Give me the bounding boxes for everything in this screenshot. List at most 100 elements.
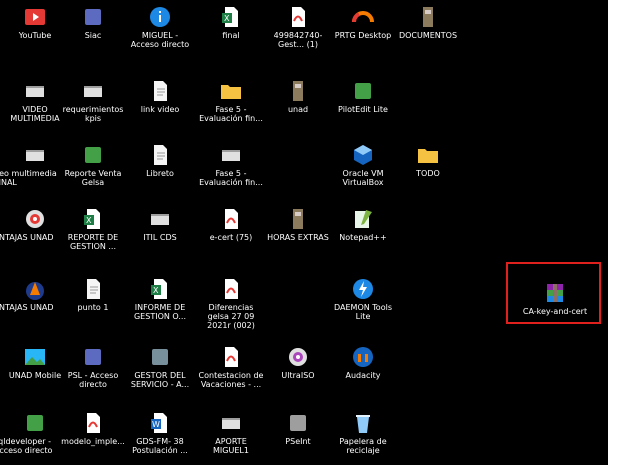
desktop-icon-pseint[interactable]: PSeInt xyxy=(265,410,331,465)
desktop-icon-requerimientos-kpis[interactable]: requerimientos kpis xyxy=(60,78,126,142)
desktop-icon-entajas-unad[interactable]: ENTAJAS UNAD xyxy=(0,276,68,340)
pdf-file-icon xyxy=(220,208,242,230)
desktop-icon-prtg-desktop[interactable]: PRTG Desktop xyxy=(330,4,396,68)
desktop-icon-oracle-vm-virtualbox[interactable]: Oracle VM VirtualBox xyxy=(330,142,396,206)
desktop-icon-aporte-miguel1[interactable]: APORTE MIGUEL1 xyxy=(198,410,264,465)
desktop-icon-label: Fase 5 - Evaluación fin... xyxy=(199,105,263,123)
svg-text:X: X xyxy=(224,14,230,23)
video-file-icon xyxy=(220,144,242,166)
desktop-icon-gestor-del-servicio-a[interactable]: GESTOR DEL SERVICIO - A... xyxy=(127,344,193,408)
daemon-tools-icon xyxy=(352,278,374,300)
desktop-icon-libreto[interactable]: Libreto xyxy=(127,142,193,206)
desktop-icon-label: sqldeveloper - Acceso directo xyxy=(0,437,53,455)
video-file-icon xyxy=(24,80,46,102)
desktop-icon-label: Papelera de reciclaje xyxy=(339,437,387,455)
desktop-icon-label: modelo_imple... xyxy=(61,437,125,446)
desktop-icon-reporte-de-gestion[interactable]: X REPORTE DE GESTION ... xyxy=(60,206,126,270)
video-file-icon xyxy=(24,144,46,166)
desktop-icon-label: ENTAJAS UNAD xyxy=(0,303,54,312)
cabinet-folder-icon xyxy=(287,80,309,102)
desktop-icon-siac[interactable]: Siac xyxy=(60,4,126,68)
desktop-icon-deo-multimedia-final[interactable]: deo multimedia FINAL xyxy=(0,142,68,206)
desktop-icon-todo[interactable]: TODO xyxy=(395,142,461,206)
folder-icon xyxy=(417,144,439,166)
desktop-icon-modelo-imple[interactable]: modelo_imple... xyxy=(60,410,126,465)
desktop-icon-psl-acceso-directo[interactable]: PSL - Acceso directo xyxy=(60,344,126,408)
prtg-gauge-icon xyxy=(352,6,374,28)
desktop-icon-label: INFORME DE GESTION O... xyxy=(133,303,186,321)
desktop-icon-499842740-gest-1[interactable]: 499842740-Gest... (1) xyxy=(265,4,331,68)
desktop-icon-miguel-acceso-directo[interactable]: MIGUEL - Acceso directo xyxy=(127,4,193,68)
desktop-icon-label: PRTG Desktop xyxy=(334,31,392,40)
desktop-icon-label: Oracle VM VirtualBox xyxy=(342,169,384,187)
desktop-icon-label: APORTE MIGUEL1 xyxy=(213,437,249,455)
excel-file-icon: X xyxy=(82,208,104,230)
word-file-icon: W xyxy=(149,412,171,434)
desktop[interactable]: YouTube Siac MIGUEL - Acceso directo Xfinal… xyxy=(0,0,608,465)
desktop-icon-youtube[interactable]: YouTube xyxy=(2,4,68,68)
desktop-icon-label: final xyxy=(222,31,240,40)
desktop-icon-label: HORAS EXTRAS xyxy=(267,233,329,242)
desktop-icon-label: unad xyxy=(287,105,309,114)
desktop-icon-fase-5-evaluaci-n-fin[interactable]: Fase 5 - Evaluación fin... xyxy=(198,142,264,206)
desktop-icon-label: GDS-FM- 38 Postulación ... xyxy=(132,437,188,455)
desktop-icon-sqldeveloper-acceso-directo[interactable]: sqldeveloper - Acceso directo xyxy=(0,410,68,465)
desktop-icon-notepad[interactable]: Notepad++ xyxy=(330,206,396,270)
desktop-icon-unad[interactable]: unad xyxy=(265,78,331,142)
desktop-icon-label: link video xyxy=(140,105,180,114)
desktop-icon-label: deo multimedia FINAL xyxy=(0,169,57,187)
pdf-file-icon xyxy=(287,6,309,28)
desktop-icon-papelera-de-reciclaje[interactable]: Papelera de reciclaje xyxy=(330,410,396,465)
desktop-icon-reporte-venta-gelsa[interactable]: Reporte Venta Gelsa xyxy=(60,142,126,206)
desktop-icon-label: MIGUEL - Acceso directo xyxy=(130,31,190,49)
desktop-icon-itil-cds[interactable]: ITIL CDS xyxy=(127,206,193,270)
desktop-icon-horas-extras[interactable]: HORAS EXTRAS xyxy=(265,206,331,270)
desktop-icon-label: Audacity xyxy=(345,371,381,380)
info-shortcut-icon xyxy=(149,6,171,28)
desktop-icon-pilotedit-lite[interactable]: PilotEdit Lite xyxy=(330,78,396,142)
desktop-icon-label: YouTube xyxy=(18,31,52,40)
virtualbox-icon xyxy=(352,144,374,166)
video-file-icon xyxy=(220,412,242,434)
desktop-icon-label: PilotEdit Lite xyxy=(338,105,388,114)
desktop-icon-label: 499842740-Gest... (1) xyxy=(273,31,323,49)
desktop-icon-e-cert-75[interactable]: e-cert (75) xyxy=(198,206,264,270)
desktop-icon-label: Fase 5 - Evaluación fin... xyxy=(199,169,263,187)
desktop-icon-link-video[interactable]: link video xyxy=(127,78,193,142)
document-icon xyxy=(149,144,171,166)
desktop-icon-fase-5-evaluaci-n-fin[interactable]: Fase 5 - Evaluación fin... xyxy=(198,78,264,142)
desktop-icon-daemon-tools-lite[interactable]: DAEMON Tools Lite xyxy=(330,276,396,340)
video-file-icon xyxy=(149,208,171,230)
pdf-file-icon xyxy=(220,278,242,300)
media-disc-icon xyxy=(24,208,46,230)
desktop-icon-video-multimedia[interactable]: VIDEO MULTIMEDIA xyxy=(2,78,68,142)
desktop-icon-label: UNAD Mobile xyxy=(8,371,62,380)
desktop-icon-entajas-unad[interactable]: ENTAJAS UNAD xyxy=(0,206,68,270)
desktop-icon-informe-de-gestion-o[interactable]: X INFORME DE GESTION O... xyxy=(127,276,193,340)
desktop-icon-ultraiso[interactable]: UltraISO xyxy=(265,344,331,408)
desktop-icon-label: ENTAJAS UNAD xyxy=(0,233,54,242)
desktop-icon-label: Reporte Venta Gelsa xyxy=(64,169,122,187)
desktop-icon-contestacion-de-vacaciones[interactable]: Contestacion de Vacaciones - ... xyxy=(198,344,264,408)
desktop-icon-diferencias-gelsa-27-09-2021r-002[interactable]: Diferencias gelsa 27 09 2021r (002) xyxy=(198,276,264,340)
youtube-icon xyxy=(24,6,46,28)
desktop-icon-audacity[interactable]: Audacity xyxy=(330,344,396,408)
desktop-icon-label: UltraISO xyxy=(281,371,315,380)
pdf-file-icon xyxy=(220,346,242,368)
desktop-icon-punto-1[interactable]: punto 1 xyxy=(60,276,126,340)
pdf-file-icon xyxy=(82,412,104,434)
desktop-icon-unad-mobile[interactable]: UNAD Mobile xyxy=(2,344,68,408)
network-shortcut-icon xyxy=(82,346,104,368)
svg-text:W: W xyxy=(152,420,160,429)
desktop-icon-label: ITIL CDS xyxy=(143,233,177,242)
desktop-icon-gds-fm-38-postulaci-n[interactable]: W GDS-FM- 38 Postulación ... xyxy=(127,410,193,465)
text-file-icon xyxy=(82,278,104,300)
desktop-icon-label: GESTOR DEL SERVICIO - A... xyxy=(130,371,190,389)
desktop-icon-label: Contestacion de Vacaciones - ... xyxy=(198,371,264,389)
desktop-icon-documentos[interactable]: DOCUMENTOS xyxy=(395,4,461,68)
siac-app-icon xyxy=(82,6,104,28)
audacity-icon xyxy=(352,346,374,368)
excel-file-icon: X xyxy=(220,6,242,28)
desktop-icon-label: Libreto xyxy=(146,169,174,178)
desktop-icon-final[interactable]: Xfinal xyxy=(198,4,264,68)
